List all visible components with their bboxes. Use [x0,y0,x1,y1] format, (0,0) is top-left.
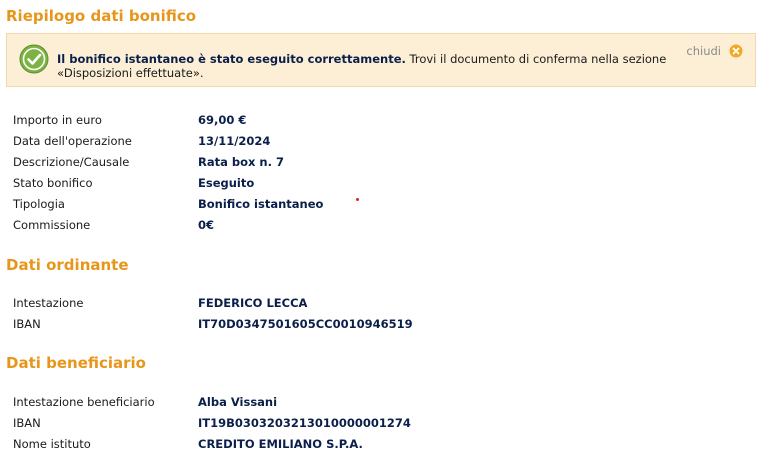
row-label: Intestazione beneficiario [13,395,155,409]
summary-title: Riepilogo dati bonifico [6,7,197,25]
row-value: Bonifico istantaneo [198,197,324,211]
summary-row: Importo in euro 69,00 € [0,113,763,133]
ordering-title: Dati ordinante [6,256,129,274]
row-label: Data dell'operazione [13,134,132,148]
row-label: Importo in euro [13,113,102,127]
success-notice: Il bonifico istantaneo è stato eseguito … [6,33,756,87]
beneficiary-row: IBAN IT19B0303203213010000001274 [0,416,763,436]
row-label: IBAN [13,416,41,430]
row-label: IBAN [13,317,41,331]
row-value: IT19B0303203213010000001274 [198,416,411,430]
notice-message-bold: Il bonifico istantaneo è stato eseguito … [57,52,406,66]
row-value: 0€ [198,218,215,232]
summary-row: Tipologia Bonifico istantaneo [0,197,763,217]
row-value: 13/11/2024 [198,134,271,148]
summary-row: Stato bonifico Eseguito [0,176,763,196]
row-value: CREDITO EMILIANO S.P.A. [198,437,363,451]
summary-row: Data dell'operazione 13/11/2024 [0,134,763,154]
row-label: Intestazione [13,296,84,310]
summary-row: Commissione 0€ [0,218,763,238]
row-label: Commissione [13,218,91,232]
row-value: 69,00 € [198,113,247,127]
close-link[interactable]: chiudi [686,44,721,58]
ordering-row: IBAN IT70D0347501605CC0010946519 [0,317,763,337]
row-value: Alba Vissani [198,395,278,409]
row-value: IT70D0347501605CC0010946519 [198,317,413,331]
close-circle-icon[interactable] [729,44,743,58]
row-label: Nome istituto [13,437,91,451]
row-value: FEDERICO LECCA [198,296,308,310]
decorative-dot [356,198,359,201]
beneficiary-row: Nome istituto CREDITO EMILIANO S.P.A. [0,437,763,457]
beneficiary-title: Dati beneficiario [6,354,146,372]
notice-message: Il bonifico istantaneo è stato eseguito … [57,52,667,80]
check-circle-icon [19,44,49,74]
ordering-row: Intestazione FEDERICO LECCA [0,296,763,316]
summary-row: Descrizione/Causale Rata box n. 7 [0,155,763,175]
row-value: Eseguito [198,176,255,190]
beneficiary-row: Intestazione beneficiario Alba Vissani [0,395,763,415]
row-label: Tipologia [13,197,65,211]
row-label: Descrizione/Causale [13,155,130,169]
row-value: Rata box n. 7 [198,155,284,169]
row-label: Stato bonifico [13,176,93,190]
